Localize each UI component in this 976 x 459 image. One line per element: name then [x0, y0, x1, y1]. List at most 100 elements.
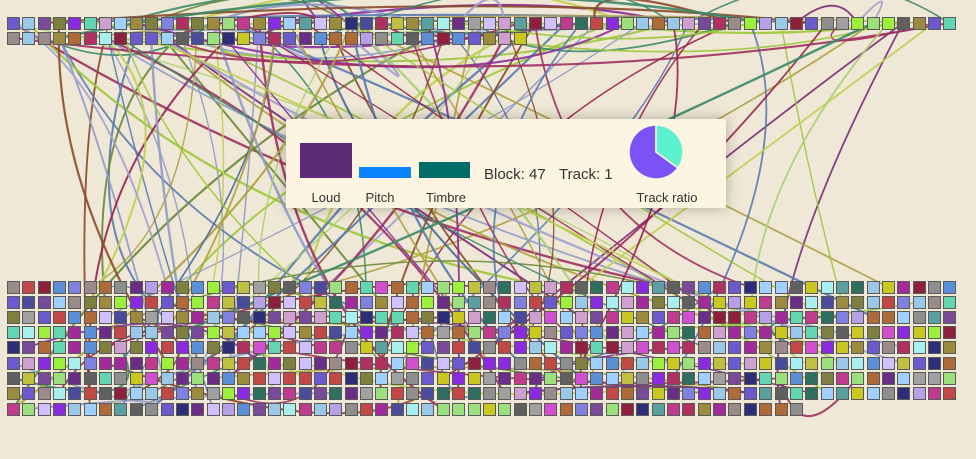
block-cell[interactable]	[145, 341, 158, 354]
block-cell[interactable]	[744, 296, 757, 309]
block-cell[interactable]	[7, 17, 20, 30]
block-cell[interactable]	[406, 341, 419, 354]
block-cell[interactable]	[468, 387, 481, 400]
block-cell[interactable]	[68, 403, 81, 416]
block-cell[interactable]	[207, 311, 220, 324]
block-cell[interactable]	[114, 311, 127, 324]
block-cell[interactable]	[176, 326, 189, 339]
block-cell[interactable]	[237, 341, 250, 354]
block-cell[interactable]	[68, 326, 81, 339]
block-cell[interactable]	[882, 17, 895, 30]
block-cell[interactable]	[421, 296, 434, 309]
block-cell[interactable]	[38, 296, 51, 309]
block-cell[interactable]	[851, 281, 864, 294]
block-cell[interactable]	[207, 326, 220, 339]
block-cell[interactable]	[713, 387, 726, 400]
block-cell[interactable]	[483, 281, 496, 294]
block-cell[interactable]	[391, 32, 404, 45]
block-cell[interactable]	[483, 387, 496, 400]
block-cell[interactable]	[805, 17, 818, 30]
block-cell[interactable]	[360, 357, 373, 370]
block-cell[interactable]	[713, 281, 726, 294]
block-cell[interactable]	[161, 326, 174, 339]
block-cell[interactable]	[759, 372, 772, 385]
block-cell[interactable]	[268, 387, 281, 400]
block-cell[interactable]	[99, 32, 112, 45]
block-cell[interactable]	[145, 32, 158, 45]
block-cell[interactable]	[483, 372, 496, 385]
block-cell[interactable]	[176, 311, 189, 324]
block-cell[interactable]	[176, 403, 189, 416]
block-cell[interactable]	[867, 311, 880, 324]
block-cell[interactable]	[191, 17, 204, 30]
block-cell[interactable]	[38, 311, 51, 324]
block-cell[interactable]	[667, 296, 680, 309]
block-cell[interactable]	[897, 387, 910, 400]
block-cell[interactable]	[68, 311, 81, 324]
block-cell[interactable]	[84, 32, 97, 45]
block-cell[interactable]	[621, 17, 634, 30]
block-cell[interactable]	[897, 296, 910, 309]
block-cell[interactable]	[421, 341, 434, 354]
block-cell[interactable]	[22, 311, 35, 324]
block-cell[interactable]	[253, 403, 266, 416]
block-cell[interactable]	[790, 326, 803, 339]
block-cell[interactable]	[698, 357, 711, 370]
block-cell[interactable]	[299, 296, 312, 309]
block-cell[interactable]	[237, 387, 250, 400]
block-cell[interactable]	[299, 311, 312, 324]
block-cell[interactable]	[145, 281, 158, 294]
block-cell[interactable]	[421, 32, 434, 45]
block-cell[interactable]	[222, 17, 235, 30]
block-cell[interactable]	[437, 357, 450, 370]
block-cell[interactable]	[130, 357, 143, 370]
block-cell[interactable]	[836, 17, 849, 30]
block-cell[interactable]	[207, 403, 220, 416]
block-cell[interactable]	[314, 17, 327, 30]
block-cell[interactable]	[483, 326, 496, 339]
block-cell[interactable]	[667, 341, 680, 354]
block-cell[interactable]	[636, 296, 649, 309]
block-cell[interactable]	[406, 296, 419, 309]
block-cell[interactable]	[268, 17, 281, 30]
block-cell[interactable]	[836, 372, 849, 385]
block-cell[interactable]	[698, 326, 711, 339]
block-cell[interactable]	[590, 341, 603, 354]
block-cell[interactable]	[728, 357, 741, 370]
block-cell[interactable]	[606, 17, 619, 30]
block-cell[interactable]	[667, 326, 680, 339]
block-cell[interactable]	[590, 403, 603, 416]
block-cell[interactable]	[68, 372, 81, 385]
block-cell[interactable]	[360, 17, 373, 30]
block-cell[interactable]	[375, 281, 388, 294]
block-cell[interactable]	[882, 296, 895, 309]
block-cell[interactable]	[560, 296, 573, 309]
block-cell[interactable]	[345, 387, 358, 400]
block-cell[interactable]	[821, 357, 834, 370]
block-cell[interactable]	[713, 311, 726, 324]
block-cell[interactable]	[606, 296, 619, 309]
block-cell[interactable]	[652, 311, 665, 324]
block-cell[interactable]	[283, 281, 296, 294]
block-cell[interactable]	[283, 311, 296, 324]
block-cell[interactable]	[483, 403, 496, 416]
block-cell[interactable]	[84, 281, 97, 294]
block-cell[interactable]	[99, 281, 112, 294]
block-cell[interactable]	[867, 341, 880, 354]
block-cell[interactable]	[99, 403, 112, 416]
block-cell[interactable]	[560, 387, 573, 400]
block-cell[interactable]	[682, 387, 695, 400]
block-cell[interactable]	[253, 281, 266, 294]
block-cell[interactable]	[22, 32, 35, 45]
block-cell[interactable]	[191, 296, 204, 309]
block-cell[interactable]	[775, 372, 788, 385]
block-cell[interactable]	[68, 32, 81, 45]
block-cell[interactable]	[621, 341, 634, 354]
block-cell[interactable]	[713, 326, 726, 339]
block-cell[interactable]	[268, 32, 281, 45]
block-cell[interactable]	[222, 281, 235, 294]
block-cell[interactable]	[421, 311, 434, 324]
block-cell[interactable]	[391, 387, 404, 400]
block-cell[interactable]	[943, 357, 956, 370]
block-cell[interactable]	[314, 372, 327, 385]
